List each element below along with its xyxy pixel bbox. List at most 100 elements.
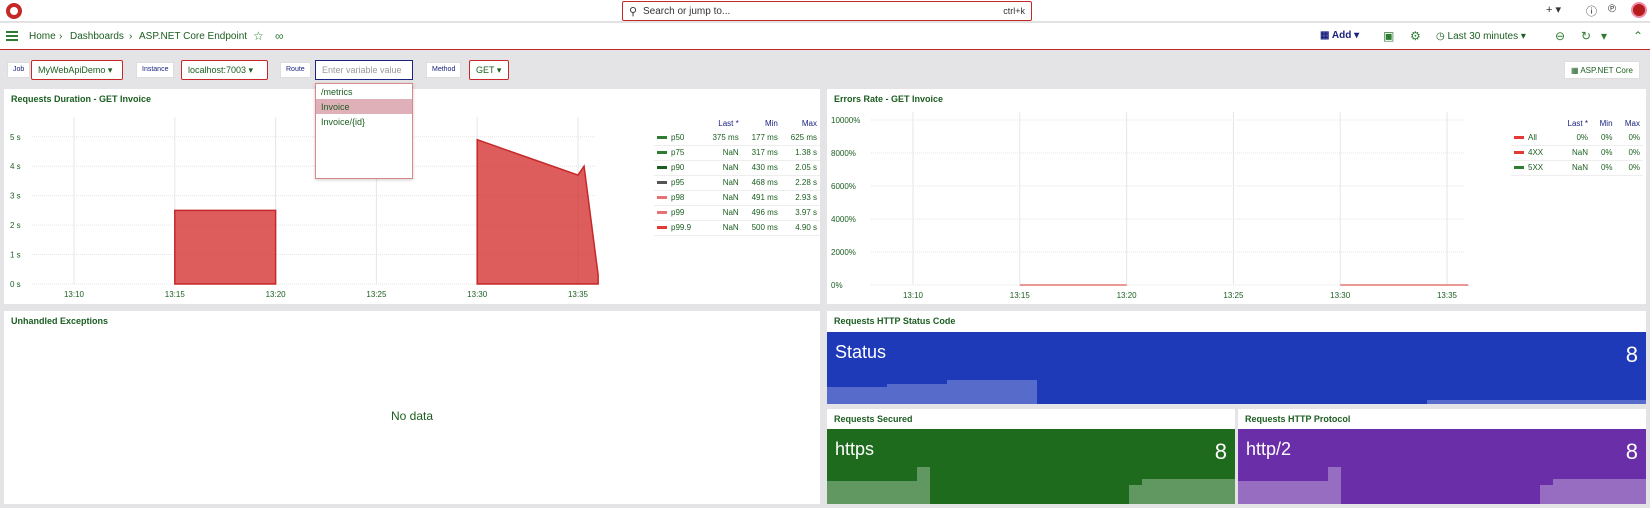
x-tick-label: 13:35: [568, 290, 589, 299]
route-dropdown-menu: /metrics Invoice Invoice/{id}: [315, 83, 413, 179]
y-tick-label: 10000%: [831, 116, 860, 125]
share-icon[interactable]: ∞: [275, 29, 284, 43]
legend-color-swatch: [657, 211, 667, 215]
legend-min-value: 468 ms: [741, 175, 781, 191]
secured-sparkline: [827, 467, 1235, 504]
settings-gear-icon[interactable]: ⚙: [1410, 29, 1421, 43]
x-tick-label: 13:10: [64, 290, 85, 299]
legend-row[interactable]: p75 NaN 317 ms 1.38 s: [654, 145, 820, 161]
route-option-metrics[interactable]: /metrics: [316, 84, 412, 99]
collapse-chevron-icon[interactable]: ⌃: [1633, 29, 1643, 43]
x-tick-label: 13:30: [467, 290, 488, 299]
legend-color-swatch: [657, 181, 667, 185]
legend-header-max[interactable]: Max: [781, 117, 820, 130]
legend-series-name: p95: [654, 175, 703, 191]
legend-header-min[interactable]: Min: [1591, 117, 1616, 130]
errors-rate-panel: Errors Rate - GET Invoice 0% 2000% 4000% 60…: [827, 89, 1646, 304]
news-feed-icon[interactable]: ℗: [1608, 3, 1616, 15]
legend-row[interactable]: p99.9 NaN 500 ms 4.90 s: [654, 220, 820, 236]
save-icon[interactable]: ▣: [1383, 29, 1394, 43]
legend-max-value: 0%: [1615, 160, 1643, 176]
add-icon: ▦: [1320, 30, 1330, 41]
search-icon: ⚲: [629, 6, 638, 18]
legend-row[interactable]: 5XX NaN 0% 0%: [1511, 160, 1643, 176]
x-tick-label: 13:15: [165, 290, 186, 299]
add-button[interactable]: ▦ Add ▾: [1320, 30, 1359, 41]
no-data-message: No data: [391, 409, 434, 423]
breadcrumb-home[interactable]: Home: [29, 31, 56, 42]
instance-variable-select[interactable]: localhost:7003 ▾: [181, 60, 268, 80]
legend-last-value: NaN: [702, 205, 742, 221]
aspnet-core-link-button[interactable]: ▦ ASP.NET Core: [1564, 61, 1640, 79]
legend-min-value: 0%: [1591, 145, 1616, 161]
x-tick-label: 13:15: [1010, 291, 1031, 299]
legend-color-swatch: [657, 151, 667, 155]
job-variable-select[interactable]: MyWebApiDemo ▾: [31, 60, 123, 80]
legend-row[interactable]: p99 NaN 496 ms 3.97 s: [654, 205, 820, 221]
x-tick-label: 13:25: [1223, 291, 1244, 299]
requests-secured-panel: Requests Secured https 8: [827, 409, 1235, 504]
legend-max-value: 2.93 s: [780, 190, 820, 206]
legend-series-name: p75: [654, 145, 703, 161]
zoom-out-icon[interactable]: ⊖: [1555, 29, 1565, 43]
stat-label: Status: [835, 342, 887, 362]
legend-max-value: 2.28 s: [780, 175, 820, 191]
y-tick-label: 6000%: [831, 182, 856, 191]
menu-icon[interactable]: [6, 31, 18, 41]
legend-min-value: 496 ms: [741, 205, 781, 221]
legend-row[interactable]: 4XX NaN 0% 0%: [1511, 145, 1643, 161]
breadcrumb-separator: ›: [59, 31, 63, 42]
legend-last-value: NaN: [1556, 145, 1591, 161]
y-tick-label: 0%: [831, 281, 843, 290]
user-avatar[interactable]: [1631, 2, 1647, 18]
status-stat[interactable]: Status 8: [827, 332, 1646, 404]
legend-color-swatch: [657, 166, 667, 170]
series-area: [476, 138, 599, 285]
grafana-logo-icon[interactable]: [6, 3, 22, 19]
legend-series-name: All: [1511, 130, 1557, 146]
legend-series-name: p98: [654, 190, 703, 206]
legend-max-value: 1.38 s: [780, 145, 820, 161]
unhandled-exceptions-panel: Unhandled Exceptions No data: [4, 311, 820, 504]
legend-row[interactable]: All 0% 0% 0%: [1511, 130, 1643, 146]
legend-row[interactable]: p98 NaN 491 ms 2.93 s: [654, 190, 820, 206]
route-option-invoice[interactable]: Invoice: [316, 99, 412, 114]
legend-min-value: 430 ms: [741, 160, 781, 176]
new-menu-button[interactable]: + ▾: [1546, 3, 1561, 16]
x-tick-label: 13:30: [1330, 291, 1351, 299]
legend-max-value: 0%: [1615, 130, 1643, 146]
breadcrumb-dashboards[interactable]: Dashboards: [70, 31, 124, 42]
legend-min-value: 500 ms: [741, 220, 781, 236]
route-variable-input[interactable]: Enter variable value: [315, 60, 413, 80]
route-option-invoice-id[interactable]: Invoice/{id}: [316, 114, 412, 129]
legend-header-last[interactable]: Last *: [1557, 117, 1591, 130]
y-tick-label: 0 s: [10, 280, 21, 289]
legend-row[interactable]: p90 NaN 430 ms 2.05 s: [654, 160, 820, 176]
secured-stat[interactable]: https 8: [827, 429, 1235, 504]
legend-min-value: 491 ms: [741, 190, 781, 206]
breadcrumb-separator: ›: [129, 31, 133, 42]
legend-last-value: 375 ms: [702, 130, 742, 146]
protocol-stat[interactable]: http/2 8: [1238, 429, 1646, 504]
stat-label: https: [835, 439, 875, 459]
legend-last-value: NaN: [702, 175, 742, 191]
y-tick-label: 3 s: [10, 192, 21, 201]
legend-header-last[interactable]: Last *: [703, 117, 742, 130]
y-tick-label: 2000%: [831, 248, 856, 257]
legend-series-name: 4XX: [1511, 145, 1557, 161]
method-variable-select[interactable]: GET ▾: [469, 60, 509, 80]
legend-last-value: NaN: [702, 145, 742, 161]
legend-header-max[interactable]: Max: [1616, 117, 1643, 130]
search-input[interactable]: ⚲ Search or jump to... ctrl+k: [622, 1, 1032, 21]
legend-header-min[interactable]: Min: [742, 117, 781, 130]
legend-row[interactable]: p50 375 ms 177 ms 625 ms: [654, 130, 820, 146]
legend-series-name: p99: [654, 205, 703, 221]
legend-row[interactable]: p95 NaN 468 ms 2.28 s: [654, 175, 820, 191]
refresh-icon[interactable]: ↻: [1581, 29, 1591, 43]
refresh-interval-chevron-icon[interactable]: ▾: [1601, 29, 1607, 43]
panel-title: Requests HTTP Status Code: [834, 316, 956, 326]
time-range-picker[interactable]: ◷ Last 30 minutes ▾: [1436, 31, 1526, 42]
star-icon[interactable]: ☆: [253, 29, 264, 43]
legend-color-swatch: [657, 226, 667, 230]
help-icon[interactable]: ⓘ: [1586, 3, 1597, 19]
